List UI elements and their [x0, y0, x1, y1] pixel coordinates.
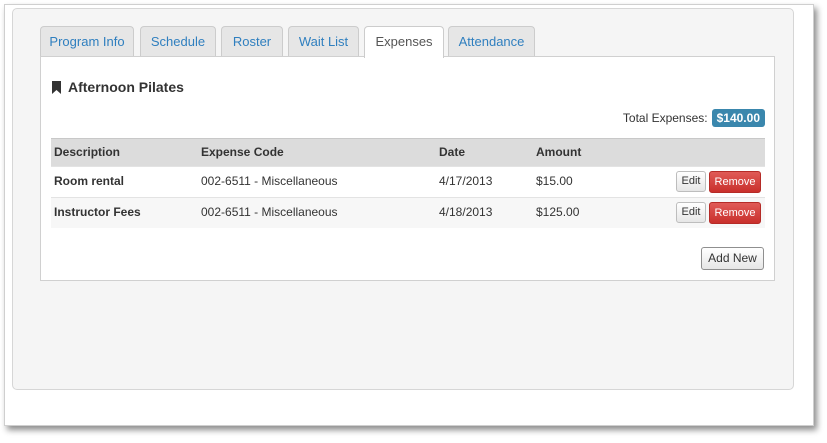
tab-expenses[interactable]: Expenses	[364, 26, 444, 58]
tab-roster[interactable]: Roster	[221, 26, 283, 56]
header-amount: Amount	[536, 145, 582, 159]
table-row: Room rental 002-6511 - Miscellaneous 4/1…	[51, 166, 765, 197]
add-new-button[interactable]: Add New	[701, 247, 764, 270]
header-expense-code: Expense Code	[201, 145, 284, 159]
row-amount: $125.00	[536, 205, 580, 219]
row-expense-code: 002-6511 - Miscellaneous	[201, 205, 338, 219]
bookmark-icon	[52, 80, 61, 94]
program-title: Afternoon Pilates	[52, 79, 184, 95]
expenses-table: Description Expense Code Date Amount Roo…	[51, 138, 765, 228]
row-date: 4/17/2013	[439, 174, 493, 188]
header-date: Date	[439, 145, 466, 159]
table-header: Description Expense Code Date Amount	[51, 138, 765, 166]
row-date: 4/18/2013	[439, 205, 493, 219]
table-row: Instructor Fees 002-6511 - Miscellaneous…	[51, 197, 765, 228]
total-expenses-badge: $140.00	[711, 109, 765, 127]
row-expense-code: 002-6511 - Miscellaneous	[201, 174, 338, 188]
tab-wait-list[interactable]: Wait List	[288, 26, 359, 56]
row-description: Instructor Fees	[54, 205, 141, 219]
header-description: Description	[54, 145, 121, 159]
tab-schedule[interactable]: Schedule	[140, 26, 216, 56]
tab-program-info[interactable]: Program Info	[40, 26, 134, 56]
edit-button[interactable]: Edit	[676, 202, 706, 223]
edit-button[interactable]: Edit	[676, 171, 706, 192]
program-title-text: Afternoon Pilates	[68, 79, 184, 95]
row-description: Room rental	[54, 174, 125, 188]
tab-attendance[interactable]: Attendance	[448, 26, 535, 56]
total-expenses: Total Expenses: $140.00	[623, 109, 765, 127]
row-amount: $15.00	[536, 174, 573, 188]
remove-button[interactable]: Remove	[709, 202, 761, 224]
remove-button[interactable]: Remove	[709, 171, 761, 193]
total-expenses-label: Total Expenses:	[622, 111, 708, 125]
